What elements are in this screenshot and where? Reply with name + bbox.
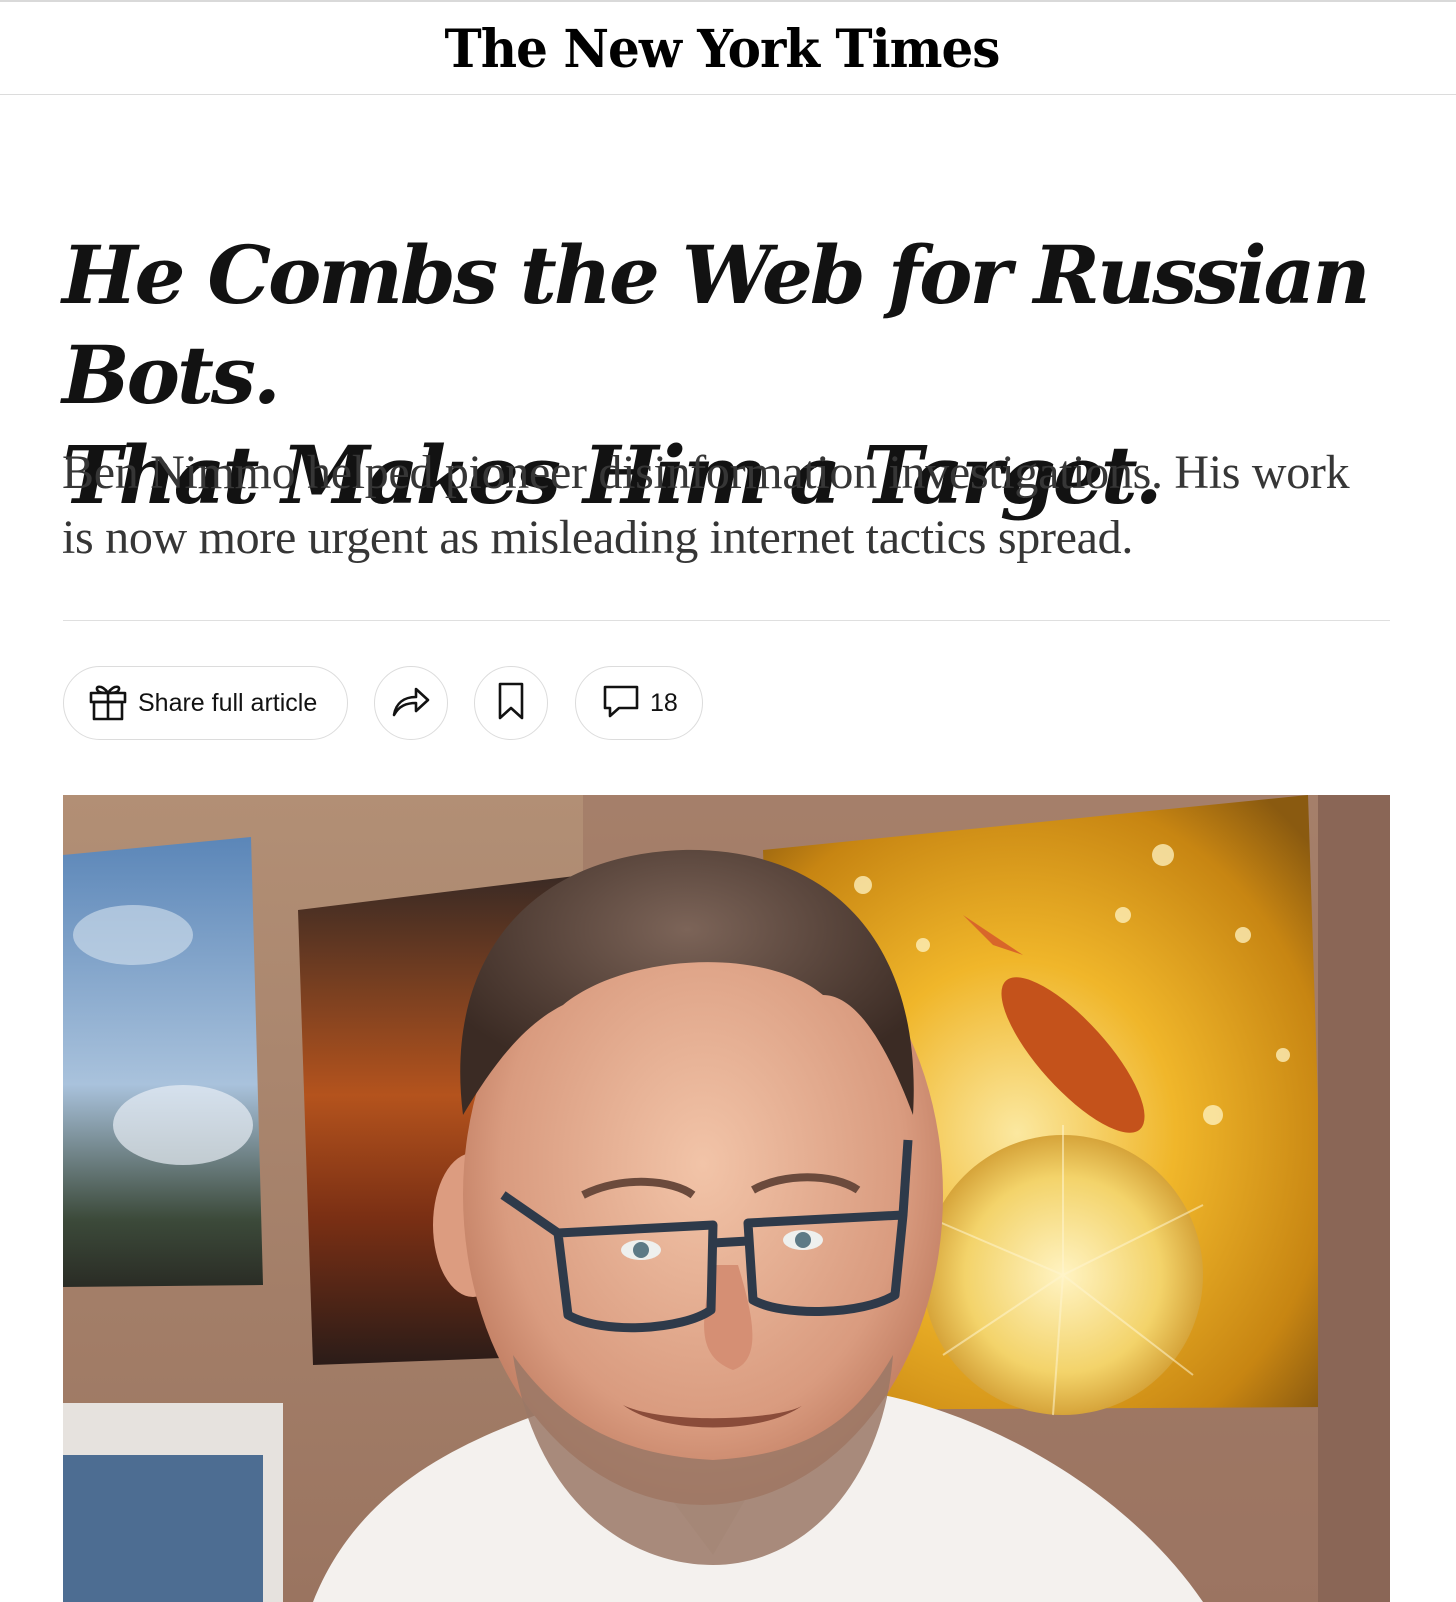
comment-bubble-icon [602,683,640,724]
headline-line-1: He Combs the Web for Russian Bots. [62,228,1371,422]
comment-count: 18 [650,688,678,717]
share-arrow-icon [390,683,432,724]
masthead: The New York Times [0,2,1456,95]
article-actions-toolbar: Share full article 18 [63,666,703,740]
lead-photo [63,795,1390,1602]
share-full-article-button[interactable]: Share full article [63,666,348,740]
comments-button[interactable]: 18 [575,666,703,740]
share-full-article-label: Share full article [138,688,318,717]
nyt-logo[interactable]: The New York Times [445,17,1001,79]
article-summary: Ben Nimmo helped pioneer disinformation … [62,446,1350,564]
share-button[interactable] [374,666,448,740]
bookmark-icon [496,681,526,726]
save-bookmark-button[interactable] [474,666,548,740]
divider [63,620,1390,621]
portrait-photo-illustration [63,795,1390,1602]
gift-icon [88,680,128,727]
